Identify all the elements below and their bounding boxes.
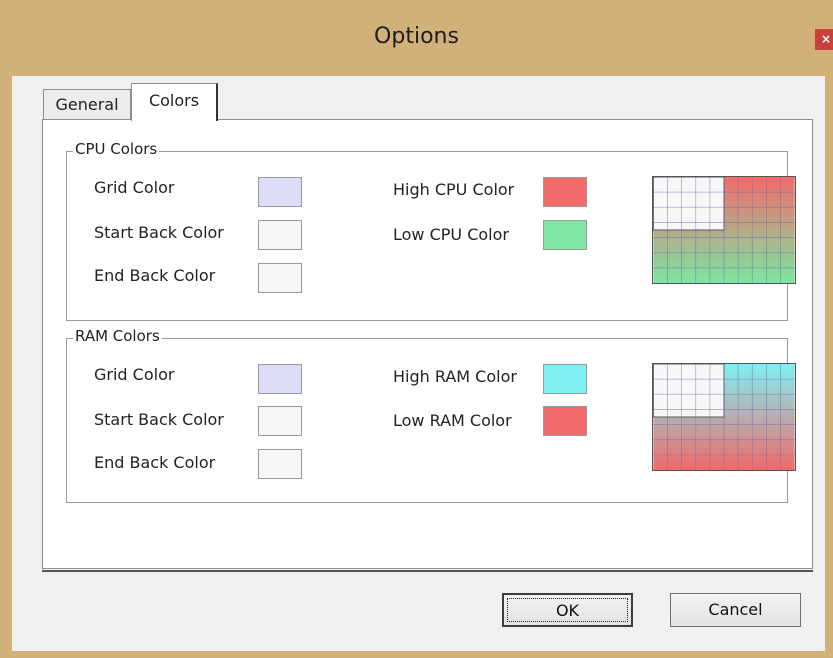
cpu-end-back-color-swatch[interactable] (258, 263, 302, 293)
dialog-client-area: General Colors CPU Colors Grid Color Sta… (12, 76, 825, 651)
ram-grid-color-label: Grid Color (94, 365, 175, 384)
cpu-grid-color-swatch[interactable] (258, 177, 302, 207)
cpu-graph-preview (652, 176, 796, 284)
options-dialog: Options × General Colors CPU Colors Grid… (0, 0, 833, 658)
ram-colors-group-title: RAM Colors (73, 327, 162, 345)
ram-grid-color-swatch[interactable] (258, 364, 302, 394)
footer-separator (42, 570, 813, 572)
low-ram-color-swatch[interactable] (543, 406, 587, 436)
cpu-colors-group: CPU Colors Grid Color Start Back Color E… (66, 140, 796, 321)
ok-button-focus-rect (507, 598, 628, 622)
tab-general[interactable]: General (43, 89, 131, 120)
low-cpu-color-label: Low CPU Color (393, 225, 509, 244)
ram-start-back-color-label: Start Back Color (94, 410, 224, 429)
close-button[interactable]: × (815, 29, 833, 50)
ram-graph-preview (652, 363, 796, 471)
ok-button[interactable]: OK (502, 593, 633, 627)
ram-start-back-color-swatch[interactable] (258, 406, 302, 436)
cancel-button[interactable]: Cancel (670, 593, 801, 627)
ram-colors-group: RAM Colors Grid Color Start Back Color E… (66, 327, 796, 503)
cpu-grid-color-label: Grid Color (94, 178, 175, 197)
low-cpu-color-swatch[interactable] (543, 220, 587, 250)
high-ram-color-swatch[interactable] (543, 364, 587, 394)
tab-colors[interactable]: Colors (131, 83, 218, 121)
low-ram-color-label: Low RAM Color (393, 411, 512, 430)
window-title: Options (374, 24, 459, 49)
high-cpu-color-swatch[interactable] (543, 177, 587, 207)
colors-tab-panel: CPU Colors Grid Color Start Back Color E… (42, 119, 813, 569)
high-ram-color-label: High RAM Color (393, 367, 517, 386)
cpu-start-back-color-label: Start Back Color (94, 223, 224, 242)
title-bar[interactable]: Options × (0, 0, 833, 76)
cpu-colors-group-title: CPU Colors (73, 140, 160, 158)
ram-end-back-color-label: End Back Color (94, 453, 216, 472)
high-cpu-color-label: High CPU Color (393, 180, 515, 199)
ram-end-back-color-swatch[interactable] (258, 449, 302, 479)
cpu-start-back-color-swatch[interactable] (258, 220, 302, 250)
cpu-end-back-color-label: End Back Color (94, 266, 216, 285)
